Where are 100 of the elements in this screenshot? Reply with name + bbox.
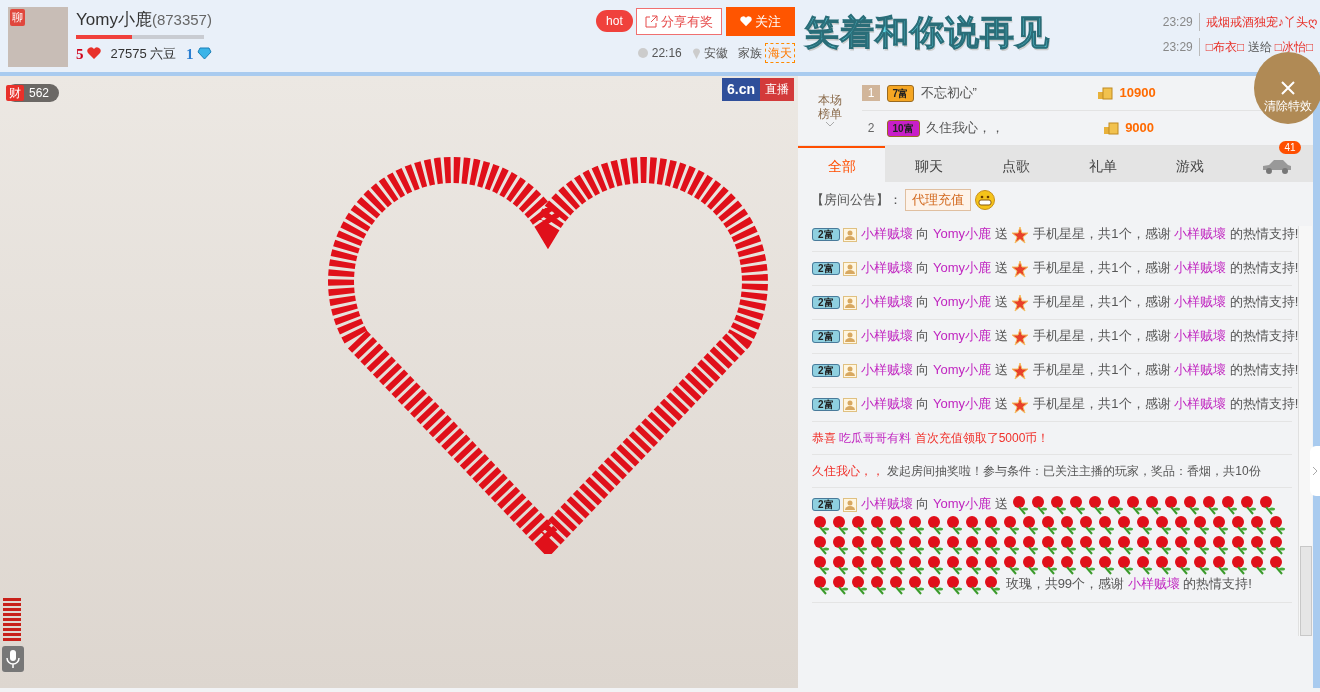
receiver-name[interactable]: Yomy小鹿 (933, 260, 992, 275)
rich-level-badge: 2富 (812, 498, 840, 512)
thanked-name[interactable]: 小样贼壞 (1174, 226, 1227, 241)
rose-icon (907, 535, 926, 555)
sender-name[interactable]: 小样贼壞 (860, 294, 913, 309)
chat-tab[interactable]: 点歌 (972, 146, 1059, 182)
wealth-icon: 财 (6, 85, 24, 101)
announcement-label: 【房间公告】： (811, 191, 902, 210)
receiver-name[interactable]: Yomy小鹿 (933, 294, 992, 309)
user-avatar-icon (842, 397, 857, 412)
thanked-name[interactable]: 小样贼壞 (1127, 576, 1180, 592)
gift-description: 手机星星，共1个，感谢 (1033, 260, 1171, 275)
to-word: 向 (916, 328, 930, 343)
rose-icon (1002, 535, 1021, 555)
rose-icon (1154, 515, 1173, 535)
rose-icon (907, 555, 926, 575)
ranking-username[interactable]: 久住我心，， (926, 118, 1097, 138)
site-logo: 6.cn (722, 78, 760, 101)
family-badge[interactable]: 海天 (764, 42, 795, 63)
follow-button[interactable]: 关注 (725, 6, 795, 36)
rose-icon (1068, 495, 1088, 515)
rose-icon (1097, 535, 1116, 555)
rich-level-badge: 10富 (886, 119, 920, 137)
rose-icon (1097, 555, 1116, 575)
rose-icon (850, 535, 869, 555)
rich-level-badge: 7富 (886, 84, 915, 102)
thanked-name[interactable]: 小样贼壞 (1174, 294, 1227, 309)
clock-icon (638, 47, 649, 58)
rose-icon (907, 575, 926, 595)
receiver-name[interactable]: Yomy小鹿 (933, 496, 992, 512)
notice-text: 首次充值领取了5000币！ (914, 431, 1050, 445)
rose-icon (831, 515, 850, 535)
rich-level-badge: 2富 (812, 296, 840, 309)
coin-stack-icon (1097, 86, 1114, 100)
sender-name[interactable]: 小样贼壞 (860, 396, 913, 411)
rose-icon (964, 555, 983, 575)
rose-icon (1078, 555, 1097, 575)
rose-icon (983, 575, 1002, 595)
receiver-name[interactable]: Yomy小鹿 (933, 328, 992, 343)
rose-icon (1154, 535, 1173, 555)
rose-icon (831, 535, 850, 555)
thanks-text: 的热情支持! (1229, 362, 1299, 377)
rose-icon (1230, 515, 1249, 535)
send-word: 送 (994, 362, 1008, 377)
chat-tab[interactable]: 聊天 (885, 146, 972, 182)
rose-icon (1097, 515, 1116, 535)
sender-name[interactable]: 小样贼壞 (860, 496, 913, 512)
rose-icon (1258, 495, 1278, 515)
rose-icon (869, 515, 888, 535)
to-word: 向 (916, 396, 930, 411)
sender-name[interactable]: 小样贼壞 (860, 362, 913, 377)
sender-name[interactable]: 小样贼壞 (860, 328, 913, 343)
receiver-name[interactable]: Yomy小鹿 (933, 362, 992, 377)
rich-level-badge: 2富 (812, 262, 840, 275)
chat-tab[interactable]: 游戏 (1146, 146, 1233, 182)
thanked-name[interactable]: 小样贼壞 (1174, 260, 1227, 275)
star-gift-icon (1011, 327, 1030, 346)
rose-icon (1087, 495, 1107, 515)
stream-time: 22:16 (651, 44, 682, 62)
rose-icon (1211, 515, 1230, 535)
car-icon[interactable] (1260, 158, 1293, 175)
agent-recharge-link[interactable]: 代理充值 (905, 189, 972, 211)
ticker-username[interactable]: □布衣□ (1205, 37, 1245, 56)
ticker-username[interactable]: 戒烟戒酒独宠♪丫头ღ (1205, 13, 1317, 31)
gift-description: 手机星星，共1个，感谢 (1033, 226, 1171, 241)
microphone-icon[interactable] (2, 646, 24, 672)
chat-tab[interactable]: 礼单 (1059, 146, 1146, 182)
avatar-placeholder[interactable]: 聊 (8, 7, 68, 67)
gift-description: 手机星星，共1个，感谢 (1033, 294, 1171, 309)
receiver-name[interactable]: Yomy小鹿 (933, 226, 992, 241)
thanked-name[interactable]: 小样贼壞 (1174, 328, 1227, 343)
sender-name[interactable]: 小样贼壞 (860, 260, 913, 275)
share-button[interactable]: 分享有奖 (636, 7, 723, 35)
rose-icon (869, 535, 888, 555)
share-icon (645, 14, 658, 28)
rose-icon (1144, 495, 1164, 515)
thanked-name[interactable]: 小样贼壞 (1174, 396, 1227, 411)
chat-scrollbar[interactable] (1298, 226, 1312, 636)
send-word: 送 (994, 328, 1008, 343)
rose-icon (1154, 555, 1173, 575)
rose-icon (1220, 495, 1240, 515)
scrollbar-thumb[interactable] (1300, 546, 1312, 636)
chat-tab[interactable]: 全部 (798, 146, 885, 182)
star-gift-icon (1011, 361, 1030, 380)
rose-icon (926, 535, 945, 555)
receiver-name[interactable]: Yomy小鹿 (933, 396, 992, 411)
rose-icon (945, 515, 964, 535)
rose-icon (869, 555, 888, 575)
ranking-username[interactable]: 不忘初心” (920, 83, 1091, 103)
notice-username[interactable]: 吃瓜哥哥有料 (839, 431, 912, 445)
room-id: (873357) (151, 9, 212, 30)
diamond-level: 1 (186, 44, 194, 64)
bean-count: 27575 六豆 (110, 45, 177, 63)
thanked-name[interactable]: 小样贼壞 (1174, 362, 1227, 377)
rose-icon (926, 575, 945, 595)
sender-name[interactable]: 小样贼壞 (860, 226, 913, 241)
rose-icon (1173, 515, 1192, 535)
star-gift-icon (1011, 293, 1030, 312)
close-icon (1280, 80, 1296, 97)
rose-icon (1116, 515, 1135, 535)
